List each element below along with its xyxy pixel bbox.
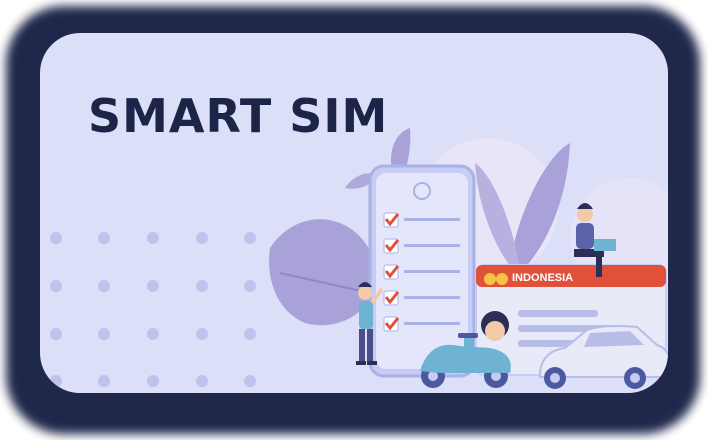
portrait-face	[485, 321, 505, 341]
driver-license-illustration: INDONESIA	[269, 128, 668, 389]
emblem-icon	[496, 273, 508, 285]
emblem-icon	[484, 273, 496, 285]
smart-sim-card[interactable]: SMART SIM INDONESIA	[40, 33, 668, 393]
license-country-text: INDONESIA	[512, 272, 573, 284]
laptop-icon	[594, 239, 616, 251]
